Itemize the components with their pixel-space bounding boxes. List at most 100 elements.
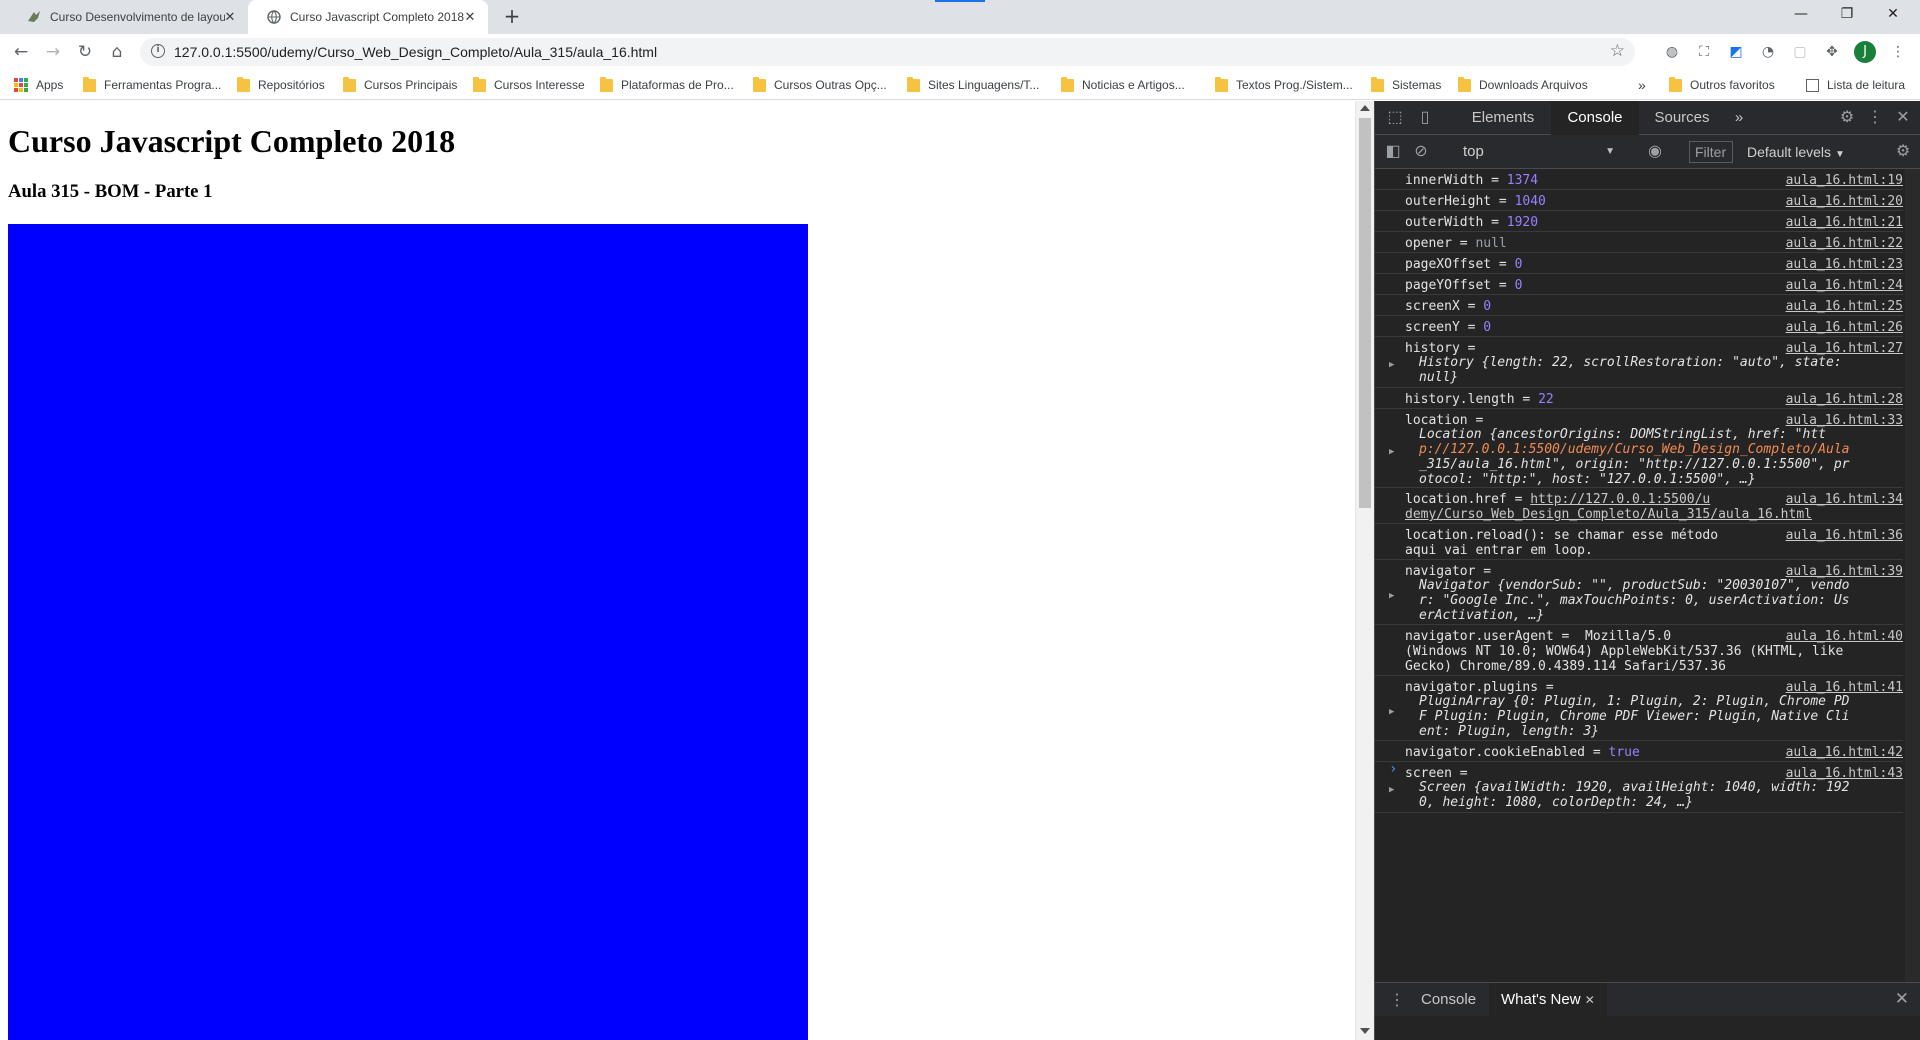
inspect-element-icon[interactable]: ⬚ (1385, 108, 1405, 128)
extension-icon[interactable]: ▢ (1790, 42, 1810, 62)
restore-icon[interactable]: ❐ (1824, 0, 1870, 30)
bookmark-other-favorites[interactable]: Outros favoritos (1669, 76, 1775, 94)
source-link[interactable]: aula_16.html:22 (1786, 235, 1903, 253)
gear-icon[interactable]: ⚙ (1837, 108, 1857, 128)
bookmark-folder[interactable]: Cursos Outras Opç... (753, 76, 887, 94)
bookmark-apps[interactable]: Apps (14, 76, 63, 94)
tab-curso-desenvolvimento[interactable]: Curso Desenvolvimento de layou ✕ (8, 0, 248, 34)
bookmark-folder[interactable]: Plataformas de Pro... (600, 76, 734, 94)
tab-elements[interactable]: Elements (1455, 101, 1551, 135)
kebab-menu-icon[interactable]: ⋮ (1865, 108, 1885, 128)
bookmark-folder[interactable]: Sistemas (1371, 76, 1441, 94)
object-preview-line[interactable]: ent: Plugin, length: 3} (1419, 723, 1599, 741)
bookmarks-overflow-icon[interactable]: » (1638, 76, 1646, 94)
bookmark-folder[interactable]: Downloads Arquivos (1458, 76, 1588, 94)
console-settings-icon[interactable]: ⚙ (1893, 142, 1913, 162)
object-preview-line[interactable]: History {length: 22, scrollRestoration: … (1419, 354, 1842, 372)
extension-icon[interactable]: ◍ (1662, 42, 1682, 62)
message-value: 0 (1514, 278, 1523, 293)
drawer-tab-whats-new[interactable]: What's New ✕ (1489, 983, 1607, 1017)
close-drawer-icon[interactable]: ✕ (1895, 989, 1909, 1009)
object-preview-line[interactable]: otocol: "http:", host: "127.0.0.1:5500",… (1419, 471, 1756, 489)
close-window-icon[interactable]: ✕ (1870, 0, 1916, 30)
drawer-menu-icon[interactable]: ⋮ (1389, 990, 1405, 1010)
drawer-tab-console[interactable]: Console (1413, 983, 1484, 1017)
extension-icon[interactable]: ◔ (1758, 42, 1778, 62)
bookmark-folder[interactable]: Noticias e Artigos... (1061, 76, 1185, 94)
console-scrollbar[interactable] (1905, 169, 1920, 982)
source-link[interactable]: aula_16.html:36 (1786, 527, 1903, 545)
console-message: innerWidth = 1374 aula_16.html:19 (1375, 169, 1903, 190)
device-toolbar-icon[interactable]: ▯ (1415, 108, 1435, 128)
object-preview-line[interactable]: null} (1419, 369, 1458, 387)
new-tab-button[interactable]: + (502, 6, 522, 27)
tab-curso-javascript[interactable]: Curso Javascript Completo 2018 ✕ (248, 0, 488, 34)
screenshot-icon[interactable]: ⛶ (1694, 42, 1714, 62)
tab-sources[interactable]: Sources (1639, 101, 1725, 135)
context-selector[interactable]: top ▼ (1457, 141, 1621, 163)
close-devtools-icon[interactable]: ✕ (1893, 108, 1913, 128)
expand-triangle-icon[interactable]: ▶ (1389, 591, 1394, 601)
folder-icon (600, 76, 613, 92)
source-link[interactable]: aula_16.html:24 (1786, 277, 1903, 295)
href-link[interactable]: http://127.0.0.1:5500/u (1530, 492, 1710, 507)
folder-icon (907, 76, 920, 92)
source-link[interactable]: aula_16.html:28 (1786, 391, 1903, 409)
tab-close-icon[interactable]: ✕ (462, 9, 478, 25)
bookmark-star-icon[interactable]: ☆ (1610, 41, 1625, 61)
extensions-puzzle-icon[interactable]: ✥ (1822, 42, 1842, 62)
bookmark-folder[interactable]: Cursos Interesse (473, 76, 585, 94)
reload-icon[interactable]: ↻ (74, 42, 96, 62)
message-text: location.href = (1405, 492, 1531, 507)
source-link[interactable]: aula_16.html:26 (1786, 319, 1903, 337)
extension-icon[interactable]: ◩ (1726, 42, 1746, 62)
menu-kebab-icon[interactable]: ⋮ (1888, 42, 1908, 62)
folder-icon (343, 76, 356, 92)
source-link[interactable]: aula_16.html:21 (1786, 214, 1903, 232)
bookmark-folder[interactable]: Sites Linguagens/T... (907, 76, 1039, 94)
source-link[interactable]: aula_16.html:23 (1786, 256, 1903, 274)
profile-avatar[interactable]: J (1854, 41, 1876, 63)
tab-title: Curso Javascript Completo 2018 (290, 10, 465, 24)
scroll-down-icon[interactable] (1360, 1028, 1370, 1034)
object-preview-line[interactable]: erActivation, …} (1419, 607, 1544, 625)
expand-triangle-icon[interactable]: ▶ (1389, 785, 1394, 795)
bookmark-folder[interactable]: Textos Prog./Sistem... (1215, 76, 1353, 94)
reading-list-button[interactable]: Lista de leitura (1806, 76, 1905, 94)
forward-icon[interactable]: → (42, 42, 64, 62)
object-preview-line[interactable]: 0, height: 1080, colorDepth: 24, …} (1419, 794, 1693, 812)
bookmark-folder[interactable]: Repositórios (237, 76, 325, 94)
clear-console-icon[interactable]: ⊘ (1411, 142, 1431, 162)
source-link[interactable]: aula_16.html:42 (1786, 744, 1903, 762)
bookmark-label: Lista de leitura (1827, 78, 1906, 92)
tab-close-icon[interactable]: ✕ (222, 9, 238, 25)
console-prompt-icon[interactable]: › (1389, 761, 1397, 777)
more-tabs-icon[interactable]: » (1727, 101, 1751, 135)
close-tab-icon[interactable]: ✕ (1585, 993, 1595, 1007)
folder-icon (83, 76, 96, 92)
bookmark-folder[interactable]: Cursos Principais (343, 76, 457, 94)
bookmark-folder[interactable]: Ferramentas Progra... (83, 76, 221, 94)
address-bar[interactable]: i 127.0.0.1:5500/udemy/Curso_Web_Design_… (140, 38, 1635, 66)
browser-toolbar: ← → ↻ ⌂ i 127.0.0.1:5500/udemy/Curso_Web… (0, 34, 1920, 70)
filter-input[interactable]: Filter (1689, 141, 1733, 163)
sidebar-toggle-icon[interactable]: ◧ (1383, 142, 1403, 162)
eye-icon[interactable]: ◉ (1645, 142, 1665, 162)
expand-triangle-icon[interactable]: ▶ (1389, 447, 1394, 457)
tab-console[interactable]: Console (1551, 101, 1639, 135)
href-link[interactable]: demy/Curso_Web_Design_Completo/Aula_315/… (1405, 506, 1812, 524)
log-levels-dropdown[interactable]: Default levels ▼ (1747, 141, 1867, 163)
site-info-icon[interactable]: i (151, 44, 165, 58)
back-icon[interactable]: ← (10, 42, 32, 62)
expand-triangle-icon[interactable]: ▶ (1389, 707, 1394, 717)
source-link[interactable]: aula_16.html:20 (1786, 193, 1903, 211)
source-link[interactable]: aula_16.html:19 (1786, 172, 1903, 190)
source-link[interactable]: aula_16.html:25 (1786, 298, 1903, 316)
page-scrollbar[interactable] (1355, 101, 1374, 1040)
expand-triangle-icon[interactable]: ▶ (1389, 360, 1394, 370)
folder-icon (237, 76, 250, 92)
minimize-icon[interactable]: — (1778, 0, 1824, 30)
home-icon[interactable]: ⌂ (106, 42, 128, 62)
scrollbar-thumb[interactable] (1359, 118, 1371, 508)
scroll-up-icon[interactable] (1360, 105, 1370, 111)
